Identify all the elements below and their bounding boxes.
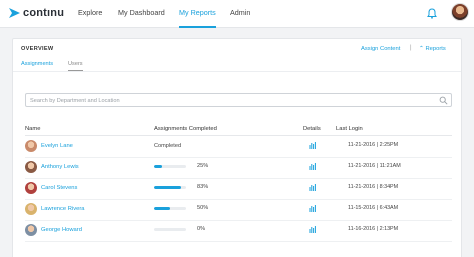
separator: | (410, 45, 412, 51)
user-name-link[interactable]: George Howard (41, 227, 82, 233)
logo-mark-icon (9, 8, 20, 18)
user-name-link[interactable]: Evelyn Lane (41, 143, 73, 149)
bell-icon[interactable] (427, 8, 437, 19)
avatar[interactable] (25, 182, 37, 194)
overview-card: OVERVIEW Assign Content | ⌃ Reports Assi… (12, 38, 462, 257)
progress-percent: 0% (197, 226, 206, 232)
header-divider (25, 135, 452, 136)
logo[interactable]: contınu (9, 6, 64, 20)
tab-users[interactable]: Users (68, 61, 83, 71)
reports-link[interactable]: ⌃ Reports (419, 46, 446, 52)
progress-bar-fill (154, 165, 162, 168)
top-navigation: contınu Explore My Dashboard My Reports … (0, 0, 474, 28)
nav-admin[interactable]: Admin (230, 0, 250, 28)
table-row: Lawrence Rivera 50% 11-15-2016 | 6:43AM (25, 200, 452, 221)
table-row: George Howard 0% 11-16-2016 | 2:13PM (25, 221, 452, 242)
assign-content-link[interactable]: Assign Content (361, 46, 400, 52)
progress-bar-fill (154, 207, 170, 210)
column-header-details[interactable]: Details (303, 126, 321, 132)
tab-assignments[interactable]: Assignments (21, 61, 53, 71)
progress-bar (154, 186, 186, 189)
search-icon[interactable] (439, 96, 448, 105)
details-chart-icon[interactable] (309, 226, 317, 233)
table-row: Carol Stevens 83% 11-21-2016 | 8:34PM (25, 179, 452, 200)
avatar[interactable] (25, 224, 37, 236)
progress-bar (154, 228, 186, 231)
last-login-value: 11-15-2016 | 6:43AM (348, 205, 399, 211)
progress-bar (154, 165, 186, 168)
search-input[interactable] (30, 96, 430, 105)
user-name-link[interactable]: Lawrence Rivera (41, 206, 85, 212)
details-chart-icon[interactable] (309, 184, 317, 191)
user-name-link[interactable]: Anthony Lewis (41, 164, 79, 170)
table-row: Evelyn Lane Completed 11-21-2016 | 2:25PM (25, 137, 452, 158)
overview-title: OVERVIEW (21, 46, 54, 52)
progress-bar-fill (154, 186, 181, 189)
progress-percent: 83% (197, 184, 209, 190)
nav-explore[interactable]: Explore (78, 0, 102, 28)
avatar[interactable] (25, 161, 37, 173)
avatar[interactable] (25, 140, 37, 152)
details-chart-icon[interactable] (309, 205, 317, 212)
progress-bar (154, 207, 186, 210)
last-login-value: 11-16-2016 | 2:13PM (348, 226, 399, 232)
nav-my-reports[interactable]: My Reports (179, 0, 216, 28)
details-chart-icon[interactable] (309, 142, 317, 149)
nav-my-dashboard[interactable]: My Dashboard (118, 0, 165, 28)
column-header-name[interactable]: Name (25, 126, 40, 132)
table-row: Anthony Lewis 25% 11-21-2016 | 11:21AM (25, 158, 452, 179)
user-name-link[interactable]: Carol Stevens (41, 185, 77, 191)
details-chart-icon[interactable] (309, 163, 317, 170)
logo-text: contınu (23, 7, 65, 19)
column-header-assignments[interactable]: Assignments Completed (154, 126, 217, 132)
progress-percent: 25% (197, 163, 209, 169)
last-login-value: 11-21-2016 | 2:25PM (348, 142, 399, 148)
last-login-value: 11-21-2016 | 11:21AM (348, 163, 401, 169)
user-avatar[interactable] (451, 3, 469, 21)
progress-percent: 50% (197, 205, 209, 211)
tab-divider (13, 71, 461, 72)
search-box (25, 93, 452, 107)
completion-status: Completed (154, 143, 182, 149)
column-header-last-login[interactable]: Last Login (336, 126, 363, 132)
avatar[interactable] (25, 203, 37, 215)
last-login-value: 11-21-2016 | 8:34PM (348, 184, 399, 190)
